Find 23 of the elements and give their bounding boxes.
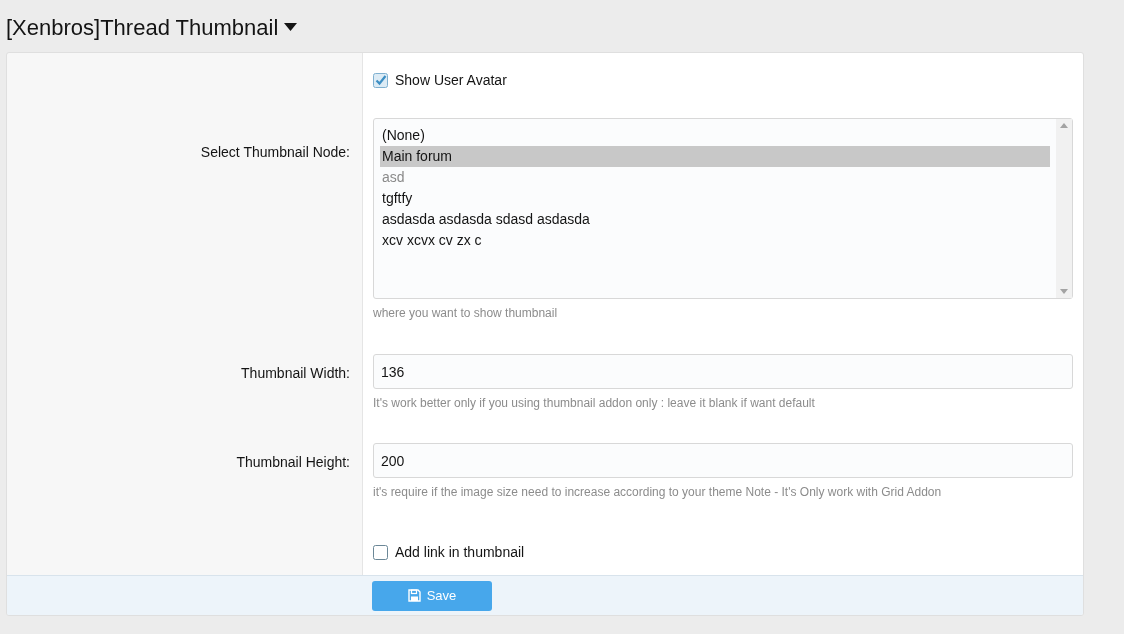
caret-icon[interactable] [284, 23, 298, 31]
field-hint: it's require if the image size need to increase according to your theme Note - It's Only work with Grid Addon [373, 484, 943, 501]
field-label: Thumbnail Width: [241, 364, 350, 383]
scroll-down-icon[interactable] [1060, 289, 1068, 294]
listbox-option[interactable]: asdasda asdasda sdasd asdasda [380, 209, 1050, 230]
scrollbar[interactable] [1056, 119, 1072, 298]
checkbox[interactable] [373, 545, 388, 560]
field-hint: It's work better only if you using thumbnail addon only : leave it blank if want default [373, 395, 816, 412]
save-icon [407, 589, 421, 602]
field-label: Select Thumbnail Node: [200, 143, 350, 162]
page-title: [Xenbros]Thread Thumbnail [6, 14, 279, 42]
field-hint: where you want to show thumbnail [373, 305, 559, 322]
field-label: Thumbnail Height: [236, 453, 350, 472]
listbox-option[interactable]: xcv xcvx cv zx c [380, 230, 1050, 251]
checkbox[interactable] [373, 73, 388, 88]
listbox-option[interactable]: tgftfy [380, 188, 1050, 209]
listbox-option[interactable]: Main forum [380, 146, 1050, 167]
scroll-up-icon[interactable] [1060, 123, 1068, 128]
listbox-option[interactable]: (None) [380, 125, 1050, 146]
text-input[interactable]: 136 [373, 354, 1073, 389]
checkbox-label: Show User Avatar [395, 71, 507, 90]
text-input[interactable]: 200 [373, 443, 1073, 478]
checkbox-label: Add link in thumbnail [395, 543, 525, 562]
